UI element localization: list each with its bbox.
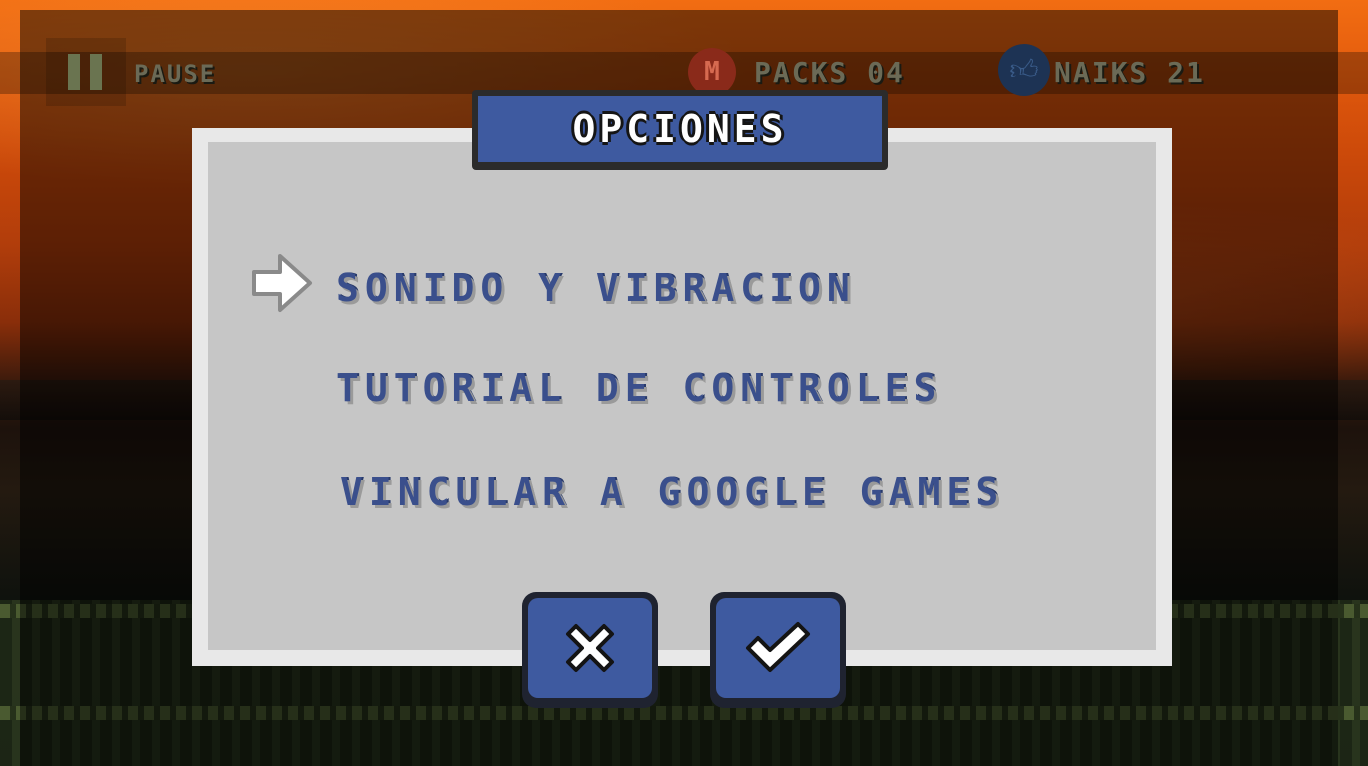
dialog-title-plate: OPCIONES (472, 90, 888, 170)
arrow-right-icon (252, 254, 312, 312)
menu-item-controls-tutorial[interactable]: TUTORIAL DE CONTROLES (336, 366, 942, 410)
game-screen: PAUSE M PACKS 04 👍︎ NAIKS 21 OPCIONES SO… (0, 0, 1368, 766)
x-icon (566, 624, 614, 672)
pause-button[interactable] (46, 38, 126, 106)
pause-icon (90, 54, 102, 90)
confirm-button[interactable] (710, 592, 846, 708)
checkmark-icon (746, 622, 810, 672)
pause-icon (68, 54, 80, 90)
packs-counter: PACKS 04 (754, 56, 905, 89)
thumbs-up-icon: 👍︎ (998, 44, 1050, 96)
cancel-button[interactable] (522, 592, 658, 708)
packs-coin-icon: M (688, 48, 736, 96)
menu-item-link-google-games[interactable]: VINCULAR A GOOGLE GAMES (340, 470, 1004, 514)
dialog-title: OPCIONES (572, 107, 788, 151)
pause-label: PAUSE (134, 60, 217, 88)
menu-item-sound-vibration[interactable]: SONIDO Y VIBRACION (336, 266, 856, 310)
naiks-counter: NAIKS 21 (1054, 56, 1205, 89)
